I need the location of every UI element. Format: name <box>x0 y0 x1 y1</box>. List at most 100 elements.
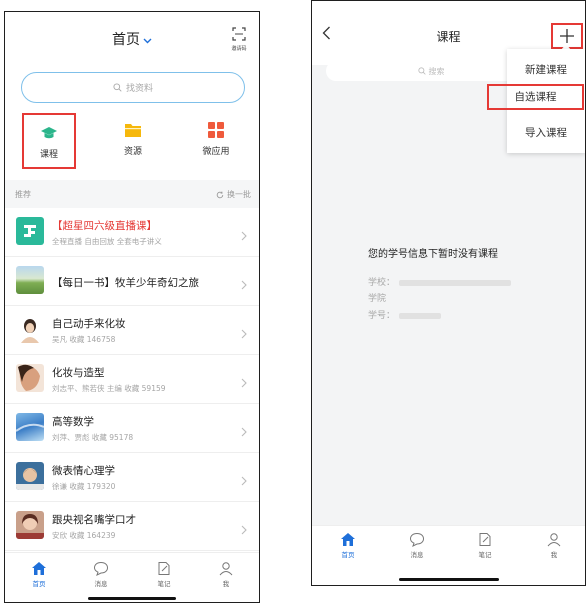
search-icon <box>113 83 122 92</box>
message-icon <box>409 532 425 547</box>
bottom-tabbar: 首页 消息 笔记 我 <box>312 525 585 585</box>
quick-action-label: 课程 <box>39 150 58 160</box>
chevron-right-icon <box>241 471 247 490</box>
bottom-tabbar: 首页 消息 笔记 我 <box>5 552 259 602</box>
home-title-dropdown[interactable]: 首页 <box>5 29 259 49</box>
tab-home[interactable]: 首页 <box>19 561 59 588</box>
college-label: 学院 <box>368 294 387 304</box>
book-cover-thumbnail <box>16 315 44 343</box>
chevron-right-icon <box>241 226 247 245</box>
graduation-cap-icon <box>41 127 57 139</box>
home-header: 首页 邀请码 <box>5 12 259 62</box>
page-title: 课程 <box>436 30 461 44</box>
tab-me[interactable]: 我 <box>206 561 246 588</box>
person-icon <box>219 562 233 576</box>
tab-home[interactable]: 首页 <box>328 532 368 559</box>
home-screen: 首页 邀请码 找资料 课程 资源 微应用 推荐 换一批 【超星四六级直播课】 全… <box>4 11 260 603</box>
book-cover-thumbnail <box>16 364 44 392</box>
plus-icon <box>560 29 574 43</box>
list-item-title: 微表情心理学 <box>52 465 115 477</box>
tab-messages[interactable]: 消息 <box>397 532 437 559</box>
person-icon <box>547 533 561 547</box>
tab-label: 我 <box>222 580 230 588</box>
book-cover-thumbnail <box>16 413 44 441</box>
live-course-logo-icon <box>16 217 44 245</box>
tab-label: 首页 <box>341 551 355 559</box>
section-title: 推荐 <box>15 190 31 199</box>
home-icon <box>341 533 355 546</box>
folder-icon <box>125 124 141 137</box>
add-course-menu: 新建课程 自选课程 导入课程 <box>487 49 585 153</box>
refresh-button[interactable]: 换一批 <box>216 189 251 200</box>
student-no-info: 学号： <box>368 308 442 321</box>
search-placeholder: 找资料 <box>125 84 153 94</box>
quick-action-resources[interactable]: 资源 <box>106 112 160 157</box>
list-item[interactable]: 【超星四六级直播课】 全程直播 自由回放 全套电子讲义 <box>5 208 259 257</box>
quick-actions: 课程 资源 微应用 <box>5 112 259 176</box>
search-placeholder: 搜索 <box>428 66 445 76</box>
chevron-down-icon <box>143 32 152 48</box>
college-info: 学院 <box>368 291 386 304</box>
menu-item-new-course[interactable]: 新建课程 <box>507 62 585 77</box>
search-input[interactable]: 找资料 <box>21 72 245 103</box>
list-item[interactable]: 高等数学 刘萍、贾彪 收藏 95178 <box>5 404 259 453</box>
course-screen: 课程 搜索 您的学号信息下暂时没有课程 学校： 学院 学号： 新建课程 自选课程… <box>311 0 586 586</box>
tab-label: 笔记 <box>478 551 492 559</box>
home-indicator <box>88 597 176 600</box>
tab-label: 消息 <box>410 551 424 559</box>
school-label: 学校： <box>368 278 396 288</box>
quick-action-micro-apps[interactable]: 微应用 <box>189 112 243 157</box>
chevron-right-icon <box>241 373 247 392</box>
list-item-subtitle: 全程直播 自由回放 全套电子讲义 <box>52 237 162 246</box>
quick-action-label: 资源 <box>123 147 142 157</box>
list-item[interactable]: 跟央视名嘴学口才 安欣 收藏 164239 <box>5 502 259 551</box>
list-item-title: 自己动手来化妆 <box>52 318 126 330</box>
list-item-title: 化妆与造型 <box>52 367 105 379</box>
tab-label: 笔记 <box>157 580 171 588</box>
chevron-right-icon <box>241 275 247 294</box>
tab-me[interactable]: 我 <box>534 532 574 559</box>
chevron-right-icon <box>241 324 247 343</box>
note-icon <box>479 533 491 546</box>
list-item-title: 高等数学 <box>52 416 94 428</box>
tab-notes[interactable]: 笔记 <box>465 532 505 559</box>
message-icon <box>93 561 109 576</box>
menu-item-select-course[interactable]: 自选课程 <box>487 84 584 110</box>
list-item[interactable]: 【每日一书】牧羊少年奇幻之旅 <box>5 257 259 306</box>
refresh-icon <box>216 191 224 198</box>
empty-state-message: 您的学号信息下暂时没有课程 <box>368 249 498 260</box>
home-icon <box>32 562 46 575</box>
book-cover-thumbnail <box>16 511 44 539</box>
book-cover-thumbnail <box>16 462 44 490</box>
menu-item-import-course[interactable]: 导入课程 <box>507 125 585 140</box>
page-title: 首页 <box>112 32 140 48</box>
redacted-value <box>399 279 512 286</box>
list-item-subtitle: 吴凡 收藏 146758 <box>52 335 116 344</box>
scan-invite-button[interactable]: 邀请码 <box>228 26 250 52</box>
school-info: 学校： <box>368 275 512 288</box>
tab-messages[interactable]: 消息 <box>81 561 121 588</box>
list-item-title: 【每日一书】牧羊少年奇幻之旅 <box>52 277 199 289</box>
chevron-right-icon <box>241 520 247 539</box>
refresh-label: 换一批 <box>227 190 251 199</box>
tab-notes[interactable]: 笔记 <box>144 561 184 588</box>
list-item-subtitle: 徐谦 收藏 179320 <box>52 482 116 491</box>
quick-action-label: 微应用 <box>202 147 230 157</box>
list-item[interactable]: 微表情心理学 徐谦 收藏 179320 <box>5 453 259 502</box>
search-input[interactable]: 搜索 <box>326 61 536 81</box>
tab-label: 首页 <box>32 580 46 588</box>
list-item-subtitle: 刘志平、熊若侠 主编 收藏 59159 <box>52 384 166 393</box>
list-item-title: 跟央视名嘴学口才 <box>52 514 136 526</box>
recommend-list: 【超星四六级直播课】 全程直播 自由回放 全套电子讲义 【每日一书】牧羊少年奇幻… <box>5 208 259 551</box>
scan-icon <box>232 26 246 45</box>
list-item-subtitle: 安欣 收藏 164239 <box>52 531 116 540</box>
list-item[interactable]: 自己动手来化妆 吴凡 收藏 146758 <box>5 306 259 355</box>
note-icon <box>158 562 170 575</box>
search-icon <box>417 67 426 75</box>
list-item[interactable]: 化妆与造型 刘志平、熊若侠 主编 收藏 59159 <box>5 355 259 404</box>
list-item-title: 【超星四六级直播课】 <box>52 220 157 232</box>
quick-action-course[interactable]: 课程 <box>22 113 76 169</box>
list-item-subtitle: 刘萍、贾彪 收藏 95178 <box>52 433 134 442</box>
home-indicator <box>398 578 499 581</box>
book-cover-thumbnail <box>16 266 44 294</box>
